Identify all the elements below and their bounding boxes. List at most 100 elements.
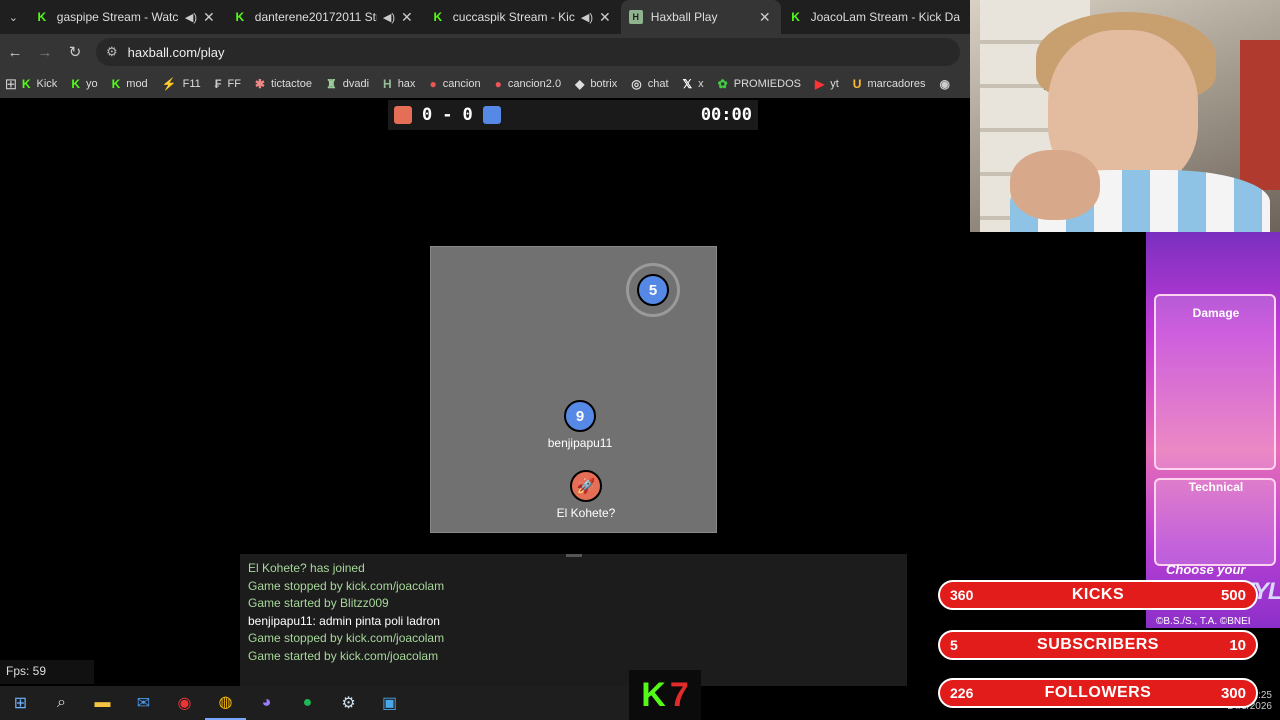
bookmark-hax[interactable]: Hhax [383, 77, 415, 91]
close-icon[interactable]: ✕ [203, 9, 215, 26]
tab-search-icon[interactable]: ⌄ [0, 0, 27, 34]
ad-label-damage: Damage [1192, 306, 1240, 320]
tab-bar: ⌄ K gaspipe Stream - Watch Live ◀) ✕ K d… [0, 0, 970, 34]
score-separator: - [442, 105, 453, 125]
bookmark-tictactoe[interactable]: ✱ tictactoe [255, 77, 312, 91]
player-9: 9 [564, 400, 596, 432]
promiedos-icon: ✿ [717, 77, 728, 91]
kick-logo-letter: K [641, 675, 666, 714]
bookmark-yt[interactable]: ▶ yt [815, 77, 839, 91]
bookmark-promiedos[interactable]: ✿ PROMIEDOS [718, 77, 801, 91]
chat-icon: ◎ [631, 77, 642, 91]
bookmark-botrix[interactable]: ◆ botrix [575, 77, 617, 91]
kicks-goal-bar: 360 KICKS 500 [938, 580, 1258, 610]
ad-tagline: Choose your [1166, 562, 1246, 577]
kick-icon: K [433, 10, 443, 24]
site-info-icon[interactable]: ⚙ [106, 44, 118, 60]
close-icon[interactable]: ✕ [401, 9, 413, 26]
bookmark-dvadi[interactable]: ♜ dvadi [326, 77, 369, 91]
subscribers-current: 5 [950, 637, 958, 653]
bookmark-ff[interactable]: ₣ FF [215, 77, 241, 91]
scoreboard: 0 - 0 00:00 [388, 100, 758, 130]
blue-team-indicator [482, 106, 501, 124]
bookmark-label: hax [397, 78, 416, 90]
kick-logo: K7 [629, 670, 701, 720]
bookmark-f11[interactable]: ⚡ F11 [162, 77, 201, 91]
player-name: El Kohete? [556, 506, 616, 520]
blue-score: 0 [462, 105, 473, 125]
tab-joacolam[interactable]: K JoacoLam Stream - Kick Da [781, 0, 970, 34]
tab-gaspipe[interactable]: K gaspipe Stream - Watch Live ◀) ✕ [27, 0, 225, 34]
youtube-icon: ▶ [814, 77, 825, 91]
bookmark-marcadores[interactable]: Umarcadores [853, 77, 926, 91]
bookmark-label: botrix [590, 78, 618, 90]
player-name: benjipapu11 [547, 436, 613, 450]
bookmark-yo[interactable]: Kyo [71, 77, 97, 91]
app-store-icon[interactable]: ▣ [369, 686, 410, 720]
bookmark-label: yo [85, 78, 98, 90]
tab-danterene[interactable]: K danterene20172011 Stream ◀) ✕ [225, 0, 423, 34]
x-icon: 𝕏 [682, 77, 693, 91]
back-icon[interactable]: ← [0, 44, 30, 61]
kick-logo-number: 7 [669, 675, 689, 714]
bookmark-cancion[interactable]: ● cancion [429, 77, 480, 91]
ad-banner[interactable]: Damage Technical Choose your PLAYSTYLE ©… [1146, 232, 1280, 628]
game-field[interactable]: 5 9 benjipapu11 🚀 El Kohete? [430, 246, 717, 533]
game-chat: El Kohete? has joined Game stopped by ki… [240, 554, 907, 686]
file-explorer-icon[interactable]: ▬ [82, 686, 123, 720]
chat-resize-handle[interactable] [566, 554, 582, 557]
tab-haxball[interactable]: H Haxball Play ✕ [620, 0, 781, 34]
chrome-icon[interactable]: ◍ [205, 686, 246, 720]
bookmark-kick[interactable]: K Kick [22, 77, 57, 91]
kick-icon: K [21, 77, 31, 91]
kicks-current: 360 [950, 587, 974, 603]
address-bar: ← → ↻ ⚙ haxball.com/play [0, 34, 970, 70]
globe-icon[interactable]: ◉ [940, 77, 956, 91]
speaker-icon[interactable]: ◀) [581, 11, 593, 24]
windows-start-icon[interactable]: ⊞ [0, 686, 41, 720]
speaker-icon[interactable]: ◀) [185, 11, 197, 24]
reload-icon[interactable]: ↻ [60, 43, 90, 61]
chat-line: Game stopped by kick.com/joacolam [248, 578, 445, 593]
bookmark-label: chat [647, 78, 669, 90]
search-icon[interactable]: ⌕ [41, 686, 82, 720]
kick-icon: K [37, 10, 47, 24]
url-text: haxball.com/play [127, 44, 225, 60]
url-field[interactable]: ⚙ haxball.com/play [96, 38, 960, 66]
tab-title: cuccaspik Stream - Kick Da [452, 10, 575, 24]
tab-title: gaspipe Stream - Watch Live [56, 10, 179, 24]
speaker-icon[interactable]: ◀) [383, 11, 395, 24]
close-icon[interactable]: ✕ [759, 9, 771, 26]
discord-icon[interactable]: ◕ [246, 686, 287, 720]
chat-line: El Kohete? has joined [248, 561, 365, 575]
bookmark-chat[interactable]: ◎ chat [631, 77, 668, 91]
chat-line: Game started by Blitzz009 [248, 596, 389, 611]
bookmark-cancion2[interactable]: ● cancion2.0 [495, 77, 561, 91]
close-icon[interactable]: ✕ [599, 9, 611, 26]
bookmark-label: dvadi [342, 78, 370, 90]
botrix-icon: ◆ [575, 77, 585, 91]
spotify-icon[interactable]: ● [287, 686, 328, 720]
red-score: 0 [422, 105, 433, 125]
cancion-icon: ● [494, 77, 502, 91]
ad-copyright: ©B.S./S., T.A. ©BNEI [1156, 616, 1251, 627]
app-icon[interactable]: ◉ [164, 686, 205, 720]
chat-line: benjipapu11: admin pinta poli ladron [248, 613, 440, 628]
forward-icon[interactable]: → [30, 44, 60, 61]
bookmark-x[interactable]: 𝕏x [683, 77, 704, 91]
tictactoe-icon: ✱ [254, 77, 265, 91]
red-team-indicator [394, 106, 412, 124]
cancion-icon: ● [429, 77, 437, 91]
steam-icon[interactable]: ⚙ [328, 686, 369, 720]
bookmark-mod[interactable]: Kmod [112, 77, 148, 91]
tab-title: Haxball Play [650, 10, 718, 24]
tab-title: JoacoLam Stream - Kick Da [810, 10, 960, 24]
outlook-icon[interactable]: ✉ [123, 686, 164, 720]
bookmark-label: PROMIEDOS [733, 78, 801, 90]
apps-grid-icon[interactable]: ⊞ [0, 75, 22, 93]
webcam-feed [970, 0, 1280, 232]
tab-cuccaspik[interactable]: K cuccaspik Stream - Kick Da ◀) ✕ [423, 0, 621, 34]
bookmark-label: yt [830, 78, 839, 90]
game-timer: 00:00 [700, 105, 752, 125]
taskbar: ⊞ ⌕ ▬ ✉ ◉ ◍ ◕ ● ⚙ ▣ [0, 686, 629, 720]
